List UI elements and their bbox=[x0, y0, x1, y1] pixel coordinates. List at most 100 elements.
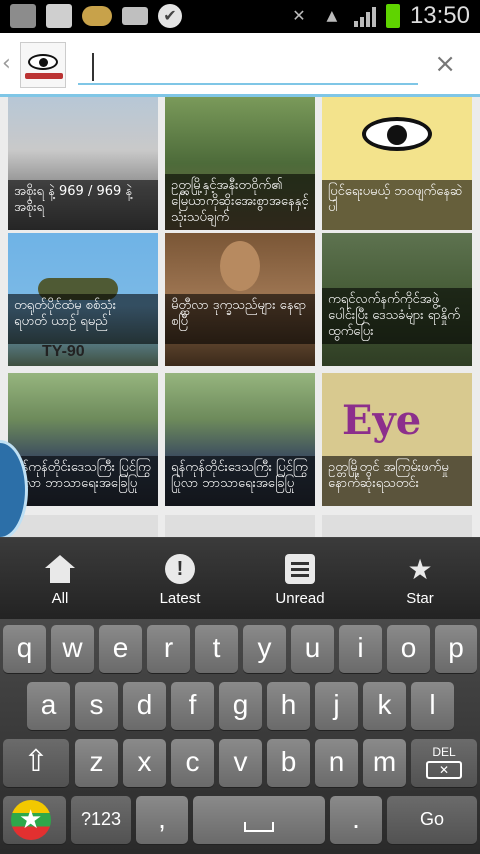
key-h[interactable]: h bbox=[267, 682, 310, 730]
tab-label: Star bbox=[406, 590, 434, 607]
logo-text-mark bbox=[25, 73, 63, 79]
tab-star[interactable]: ★ Star bbox=[360, 538, 480, 619]
language-key[interactable] bbox=[3, 796, 66, 844]
news-tile[interactable]: TY-90 တရုတ်ပိုင်ထံမှ စစ်သုံး ရဟတ် ယာဉ် ရ… bbox=[8, 233, 158, 366]
key-q[interactable]: q bbox=[3, 625, 46, 673]
shift-key[interactable]: ⇧ bbox=[3, 739, 69, 787]
key-n[interactable]: n bbox=[315, 739, 358, 787]
search-input[interactable] bbox=[78, 49, 418, 85]
key-i[interactable]: i bbox=[339, 625, 382, 673]
comma-key[interactable]: , bbox=[136, 796, 188, 844]
key-v[interactable]: v bbox=[219, 739, 262, 787]
news-caption: တရုတ်ပိုင်ထံမှ စစ်သုံး ရဟတ် ယာဉ် ရမည် bbox=[8, 294, 158, 344]
key-m[interactable]: m bbox=[363, 739, 406, 787]
news-grid: အစိုးရ နဲ့ 969 / 969 နဲ့ အစိုးရ ဥတ္တမြို… bbox=[0, 97, 480, 537]
news-caption: ရန်ကုန်တိုင်းဒေသကြီး ပြင်ကြွပြုလာ ဘာသာရေ… bbox=[165, 456, 315, 506]
keyboard-icon bbox=[122, 7, 148, 25]
period-key[interactable]: . bbox=[330, 796, 382, 844]
news-tile[interactable]: အစိုးရ နဲ့ 969 / 969 နဲ့ အစိုးရ bbox=[8, 97, 158, 230]
screen: ✔ ✕ ▲ 13:50 ‹ × အစိုးရ နဲ့ 969 / 969 နဲ့… bbox=[0, 0, 480, 854]
news-caption: မိတ္ထီလာ ဒုက္ခသည်များ နေရာ စပြီ bbox=[165, 294, 315, 344]
key-e[interactable]: e bbox=[99, 625, 142, 673]
space-key[interactable] bbox=[193, 796, 325, 844]
backspace-icon: ✕ bbox=[426, 761, 462, 779]
news-tile[interactable]: ဥတ္တမြို့နှင့်အနီးတဝိုက်၏ မြေယာကိုဆိုးအေ… bbox=[165, 97, 315, 230]
news-tile[interactable]: Eye ဥတ္တမြို့တွင် အကြမ်းဖက်မှု နောက်ဆုံး… bbox=[322, 373, 472, 506]
shift-icon: ⇧ bbox=[23, 745, 49, 778]
key-k[interactable]: k bbox=[363, 682, 406, 730]
news-caption: ဥတ္တမြို့နှင့်အနီးတဝိုက်၏ မြေယာကိုဆိုးအေ… bbox=[165, 174, 315, 230]
status-bar: ✔ ✕ ▲ 13:50 bbox=[0, 0, 480, 33]
document-icon bbox=[281, 552, 319, 586]
text-cursor bbox=[92, 53, 94, 81]
news-caption: ရန်ကုန်တိုင်းဒေသကြီး ပြင်ကြွပြုလာ ဘာသာရေ… bbox=[8, 456, 158, 506]
go-key[interactable]: Go bbox=[387, 796, 477, 844]
key-u[interactable]: u bbox=[291, 625, 334, 673]
key-r[interactable]: r bbox=[147, 625, 190, 673]
key-d[interactable]: d bbox=[123, 682, 166, 730]
tab-latest[interactable]: ! Latest bbox=[120, 538, 240, 619]
news-caption: အစိုးရ နဲ့ 969 / 969 နဲ့ အစိုးရ bbox=[8, 180, 158, 230]
key-p[interactable]: p bbox=[435, 625, 477, 673]
tab-label: Latest bbox=[159, 590, 201, 607]
space-icon bbox=[244, 822, 274, 832]
rss-icon bbox=[46, 4, 72, 28]
news-tile[interactable]: ရန်ကုန်တိုင်းဒေသကြီး ပြင်ကြွပြုလာ ဘာသာရေ… bbox=[8, 373, 158, 506]
key-o[interactable]: o bbox=[387, 625, 430, 673]
key-s[interactable]: s bbox=[75, 682, 118, 730]
key-y[interactable]: y bbox=[243, 625, 286, 673]
clock: 13:50 bbox=[409, 2, 470, 29]
delete-label: DEL bbox=[432, 745, 456, 759]
mute-icon: ✕ bbox=[292, 6, 306, 25]
tab-unread[interactable]: Unread bbox=[240, 538, 360, 619]
tab-all[interactable]: All bbox=[0, 538, 120, 619]
key-a[interactable]: a bbox=[27, 682, 70, 730]
news-tile[interactable]: မိတ္ထီလာ ဒုက္ခသည်များ နေရာ စပြီ bbox=[165, 233, 315, 366]
tab-label: All bbox=[51, 590, 69, 607]
news-caption: ပြင်ရေးပမယ့် ဘဝဖျက်နေဆဲပါ bbox=[322, 180, 472, 230]
delete-key[interactable]: DEL ✕ bbox=[411, 739, 477, 787]
key-l[interactable]: l bbox=[411, 682, 454, 730]
system-icons: ✕ ▲ 13:50 bbox=[288, 2, 470, 30]
news-tile[interactable]: ကရင်လက်နက်ကိုင်အဖွဲ့ ပေါင်းပြီး ဒေသခံမျာ… bbox=[322, 233, 472, 366]
clear-icon[interactable]: × bbox=[434, 49, 456, 79]
eye-logo-icon bbox=[362, 117, 432, 151]
news-tile-partial[interactable] bbox=[322, 515, 472, 537]
battery-icon bbox=[385, 4, 400, 28]
search-header: ‹ × bbox=[0, 33, 480, 97]
bottom-tab-bar: All ! Latest Unread ★ Star bbox=[0, 537, 480, 619]
check-icon: ✔ bbox=[158, 4, 182, 28]
news-tile-partial[interactable] bbox=[165, 515, 315, 537]
star-icon: ★ bbox=[407, 553, 433, 585]
key-g[interactable]: g bbox=[219, 682, 262, 730]
tile-label: TY-90 bbox=[42, 343, 85, 360]
key-c[interactable]: c bbox=[171, 739, 214, 787]
news-caption: ဥတ္တမြို့တွင် အကြမ်းဖက်မှု နောက်ဆုံးရသတင… bbox=[322, 456, 472, 506]
key-w[interactable]: w bbox=[51, 625, 94, 673]
eye-logo-icon bbox=[28, 54, 58, 70]
myanmar-flag-icon bbox=[11, 800, 51, 840]
back-chevron-icon[interactable]: ‹ bbox=[2, 51, 11, 76]
key-t[interactable]: t bbox=[195, 625, 238, 673]
key-b[interactable]: b bbox=[267, 739, 310, 787]
coin-icon bbox=[82, 6, 112, 26]
soft-keyboard: q w e r t y u i o p a s d f g h j k l ⇧ … bbox=[0, 619, 480, 854]
signal-icon bbox=[353, 5, 376, 27]
key-f[interactable]: f bbox=[171, 682, 214, 730]
symbols-key[interactable]: ?123 bbox=[71, 796, 131, 844]
key-x[interactable]: x bbox=[123, 739, 166, 787]
home-icon bbox=[41, 552, 79, 586]
alert-badge-icon: ! bbox=[161, 552, 199, 586]
tab-label: Unread bbox=[275, 590, 325, 607]
image-icon bbox=[10, 4, 36, 28]
key-z[interactable]: z bbox=[75, 739, 118, 787]
portrait-shape bbox=[220, 241, 260, 291]
key-j[interactable]: j bbox=[315, 682, 358, 730]
news-caption: ကရင်လက်နက်ကိုင်အဖွဲ့ ပေါင်းပြီး ဒေသခံမျာ… bbox=[322, 288, 472, 344]
news-tile[interactable]: ပြင်ရေးပမယ့် ဘဝဖျက်နေဆဲပါ bbox=[322, 97, 472, 230]
news-tile-partial[interactable] bbox=[8, 515, 158, 537]
news-tile[interactable]: ရန်ကုန်တိုင်းဒေသကြီး ပြင်ကြွပြုလာ ဘာသာရေ… bbox=[165, 373, 315, 506]
notification-icons: ✔ bbox=[10, 4, 182, 28]
wifi-icon: ▲ bbox=[326, 8, 338, 24]
app-logo[interactable] bbox=[20, 42, 66, 88]
